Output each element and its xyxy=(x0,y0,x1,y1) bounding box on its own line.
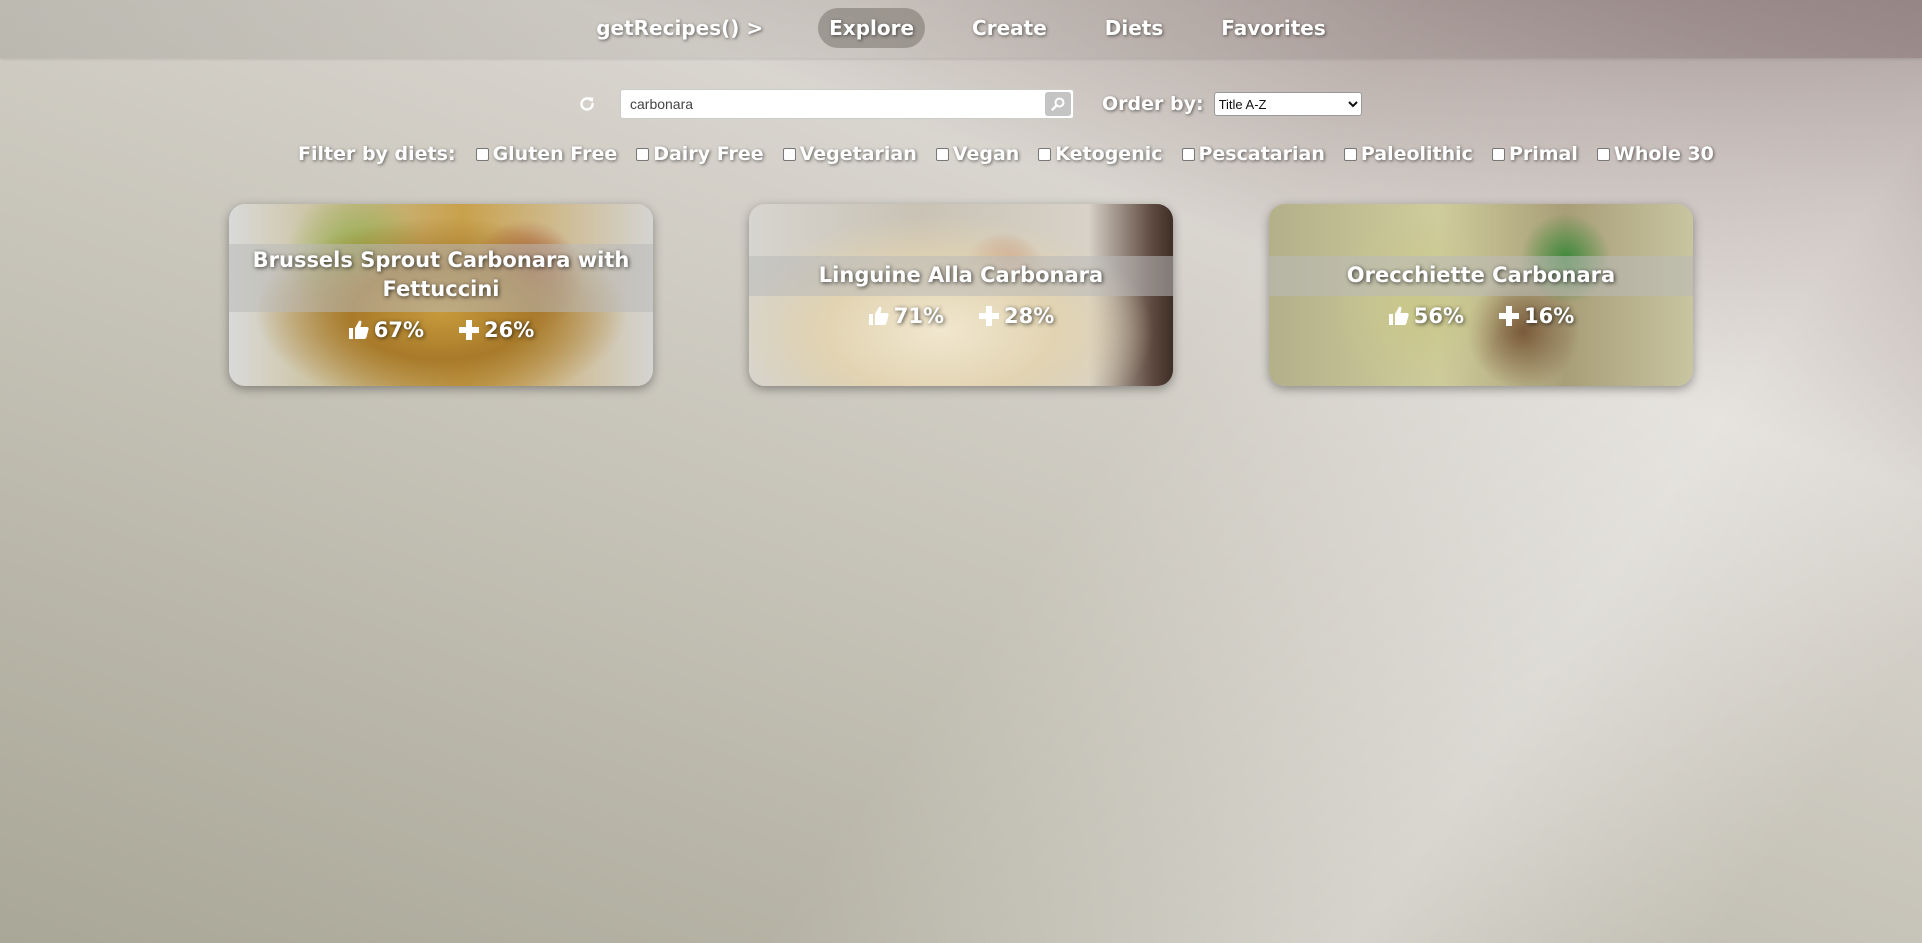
health-value: 16% xyxy=(1524,304,1575,328)
filter-by-diets-label: Filter by diets: xyxy=(298,143,456,165)
search-row: Order by: Title A-Z xyxy=(576,89,1362,119)
diet-filter-row: Filter by diets: Gluten Free Dairy Free … xyxy=(298,141,1733,167)
nav-item-create[interactable]: Create xyxy=(961,8,1058,48)
recipe-card[interactable]: Linguine Alla Carbonara 71% 28% xyxy=(749,204,1173,386)
recipe-stats: 67% 26% xyxy=(229,318,653,342)
nav-item-explore[interactable]: Explore xyxy=(818,8,926,48)
plus-icon xyxy=(1499,306,1519,326)
search-button[interactable] xyxy=(1045,92,1071,116)
diet-label: Paleolithic xyxy=(1360,143,1473,165)
likes-value: 56% xyxy=(1413,304,1464,328)
recipe-title: Orecchiette Carbonara xyxy=(1346,263,1616,287)
checkbox[interactable] xyxy=(1038,147,1052,161)
diet-label: Vegan xyxy=(952,143,1020,165)
checkbox[interactable] xyxy=(636,147,650,161)
search-box xyxy=(620,89,1074,119)
refresh-icon[interactable] xyxy=(576,93,598,115)
health-stat: 26% xyxy=(458,318,534,342)
checkbox[interactable] xyxy=(475,147,489,161)
recipe-title: Linguine Alla Carbonara xyxy=(818,263,1104,287)
likes-stat: 56% xyxy=(1388,304,1464,328)
likes-stat: 71% xyxy=(868,304,944,328)
diet-filter-dairy-free[interactable]: Dairy Free xyxy=(636,143,764,165)
diet-label: Pescatarian xyxy=(1198,143,1325,165)
plus-icon xyxy=(459,320,479,340)
top-navbar: getRecipes() > Explore Create Diets Favo… xyxy=(0,0,1922,58)
recipe-stats: 56% 16% xyxy=(1269,304,1693,328)
diet-label: Vegetarian xyxy=(799,143,917,165)
diet-filter-gluten-free[interactable]: Gluten Free xyxy=(475,143,618,165)
plus-icon xyxy=(979,306,999,326)
diet-filter-pescatarian[interactable]: Pescatarian xyxy=(1181,143,1325,165)
nav-item-diets[interactable]: Diets xyxy=(1094,8,1175,48)
diet-filter-vegan[interactable]: Vegan xyxy=(935,143,1020,165)
health-value: 28% xyxy=(1004,304,1055,328)
recipe-title: Brussels Sprout Carbonara with Fettuccin… xyxy=(252,248,630,301)
likes-stat: 67% xyxy=(348,318,424,342)
diet-label: Dairy Free xyxy=(653,143,764,165)
checkbox[interactable] xyxy=(1181,147,1195,161)
recipe-stats: 71% 28% xyxy=(749,304,1173,328)
checkbox[interactable] xyxy=(1491,147,1505,161)
checkbox[interactable] xyxy=(935,147,949,161)
order-by-select[interactable]: Title A-Z xyxy=(1213,92,1362,116)
thumbs-up-icon xyxy=(868,306,889,325)
diet-filter-whole-30[interactable]: Whole 30 xyxy=(1596,143,1714,165)
diet-filter-paleolithic[interactable]: Paleolithic xyxy=(1343,143,1473,165)
checkbox[interactable] xyxy=(782,147,796,161)
thumbs-up-icon xyxy=(1388,306,1409,325)
recipe-card[interactable]: Brussels Sprout Carbonara with Fettuccin… xyxy=(229,204,653,386)
order-by-label: Order by: xyxy=(1102,93,1204,115)
search-input[interactable] xyxy=(621,90,1021,118)
health-value: 26% xyxy=(484,318,535,342)
nav-item-favorites[interactable]: Favorites xyxy=(1210,8,1337,48)
diet-filter-vegetarian[interactable]: Vegetarian xyxy=(782,143,917,165)
checkbox[interactable] xyxy=(1343,147,1357,161)
diet-label: Gluten Free xyxy=(492,143,618,165)
diet-filter-ketogenic[interactable]: Ketogenic xyxy=(1038,143,1163,165)
nav-menu: getRecipes() > Explore Create Diets Favo… xyxy=(0,8,1922,48)
likes-value: 71% xyxy=(893,304,944,328)
recipe-card[interactable]: Orecchiette Carbonara 56% 16% xyxy=(1269,204,1693,386)
nav-brand[interactable]: getRecipes() > xyxy=(585,8,774,48)
health-stat: 16% xyxy=(1498,304,1574,328)
likes-value: 67% xyxy=(373,318,424,342)
diet-filter-primal[interactable]: Primal xyxy=(1491,143,1578,165)
diet-label: Ketogenic xyxy=(1055,143,1163,165)
diet-label: Whole 30 xyxy=(1613,143,1714,165)
diet-label: Primal xyxy=(1508,143,1578,165)
search-icon xyxy=(1051,97,1065,111)
checkbox[interactable] xyxy=(1596,147,1610,161)
thumbs-up-icon xyxy=(348,320,369,339)
health-stat: 28% xyxy=(978,304,1054,328)
